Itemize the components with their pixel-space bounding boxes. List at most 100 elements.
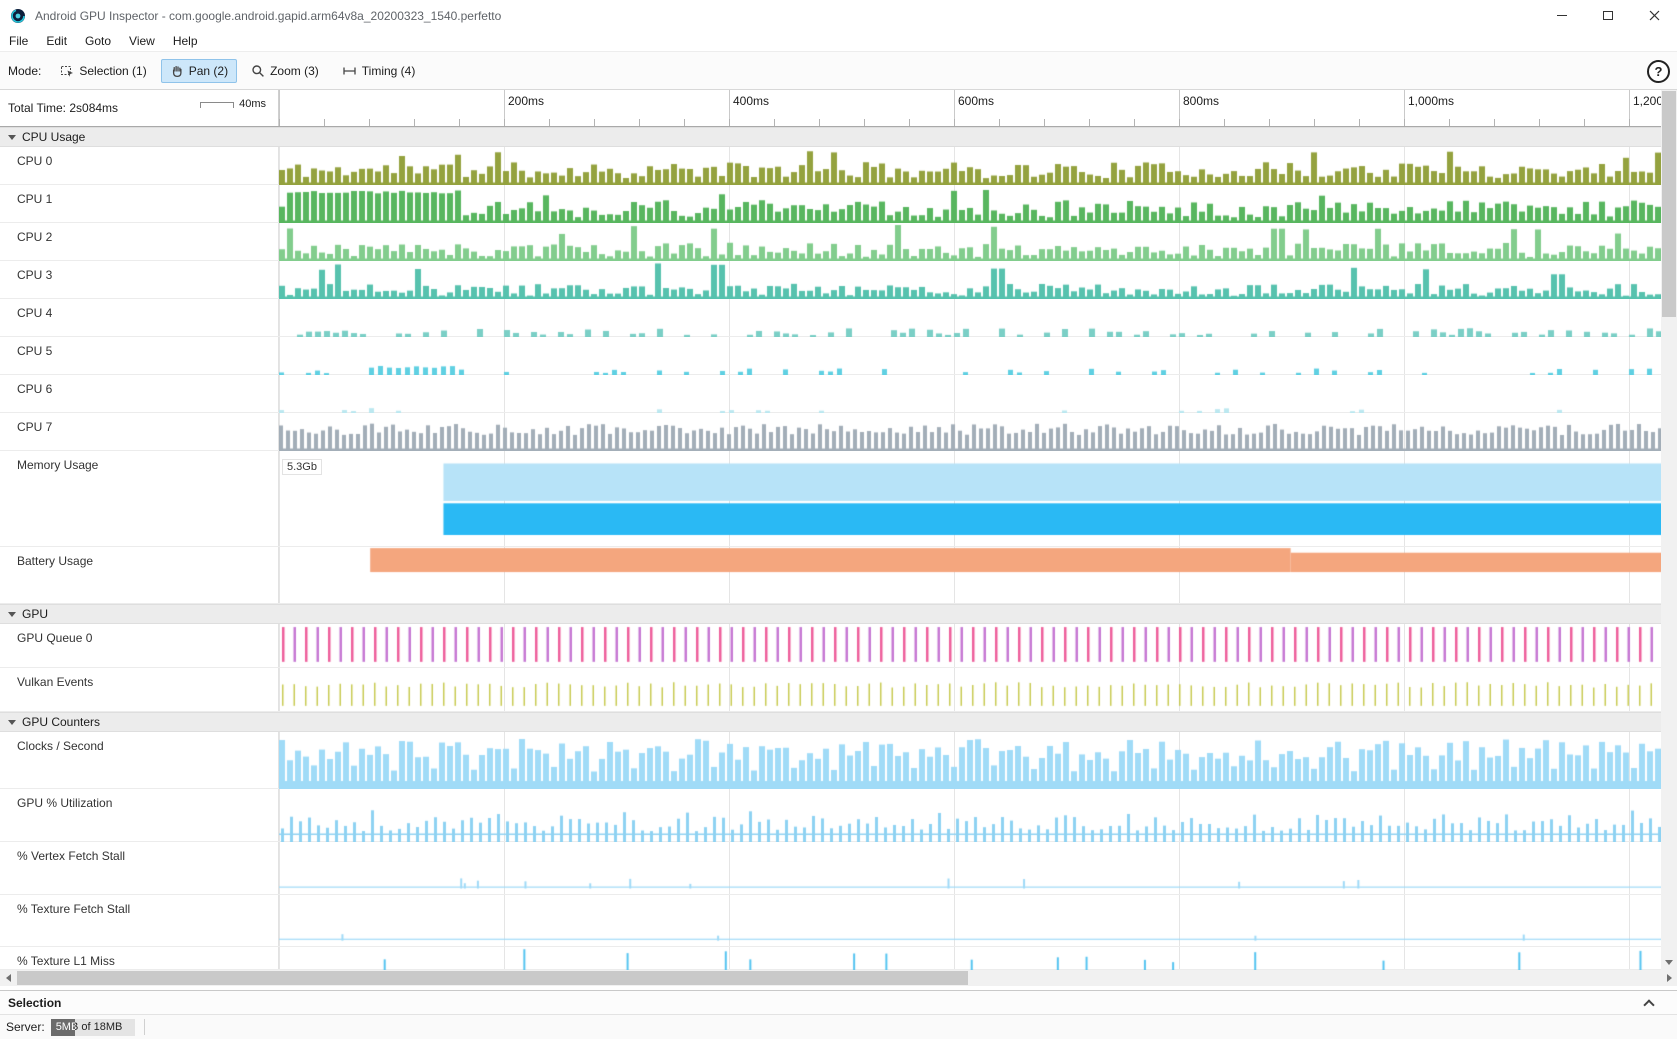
menu-help[interactable]: Help: [164, 31, 207, 51]
track-row-clocks-second: Clocks / Second: [0, 732, 1661, 789]
scale-label: 40ms: [239, 98, 266, 110]
track-row-cpu-0: CPU 0: [0, 147, 1661, 185]
ruler-tick-label: 1,000ms: [1408, 94, 1454, 108]
track-chart-area[interactable]: [279, 147, 1661, 184]
mode-zoom-button[interactable]: Zoom (3): [242, 59, 328, 83]
track-chart-memory-usage[interactable]: [279, 451, 1661, 547]
track-row-gpu-utilization: GPU % Utilization: [0, 789, 1661, 842]
track-label: GPU % Utilization: [0, 789, 279, 841]
arrow-down-icon: [1665, 960, 1673, 965]
track-chart-area[interactable]: [279, 842, 1661, 894]
ruler-left-cell: Total Time: 2s084ms 40ms: [0, 90, 279, 126]
track-chart-gpu-utilization[interactable]: [279, 789, 1661, 842]
track-chart-cpu-7[interactable]: [279, 413, 1661, 451]
server-memory-gauge-fill: 5MB of 18MB: [51, 1019, 75, 1036]
track-label: CPU 2: [0, 223, 279, 260]
track-chart-texture-l1-miss[interactable]: [279, 947, 1661, 970]
menu-edit[interactable]: Edit: [37, 31, 76, 51]
track-chart-area[interactable]: [279, 185, 1661, 222]
track-chart-cpu-5[interactable]: [279, 337, 1661, 375]
track-chart-vertex-fetch-stall[interactable]: [279, 842, 1661, 895]
track-label: Vulkan Events: [0, 668, 279, 711]
menu-goto[interactable]: Goto: [76, 31, 120, 51]
track-chart-area[interactable]: [279, 337, 1661, 374]
track-row-memory-usage: Memory Usage5.3Gb: [0, 451, 1661, 547]
track-chart-clocks-second[interactable]: [279, 732, 1661, 789]
track-chart-cpu-1[interactable]: [279, 185, 1661, 223]
track-chart-area[interactable]: [279, 547, 1661, 603]
section-header-cpu-usage[interactable]: CPU Usage: [0, 127, 1661, 147]
track-chart-gpu-queue-0[interactable]: [279, 624, 1661, 668]
track-chart-area[interactable]: 5.3Gb: [279, 451, 1661, 546]
track-label: CPU 3: [0, 261, 279, 298]
track-label: CPU 7: [0, 413, 279, 450]
menu-file[interactable]: File: [0, 31, 37, 51]
track-chart-area[interactable]: [279, 732, 1661, 788]
track-chart-cpu-2[interactable]: [279, 223, 1661, 261]
track-chart-area[interactable]: [279, 261, 1661, 298]
track-label: % Vertex Fetch Stall: [0, 842, 279, 894]
mode-button-label: Zoom (3): [270, 64, 319, 78]
track-chart-cpu-6[interactable]: [279, 375, 1661, 413]
track-chart-area[interactable]: [279, 375, 1661, 412]
track-row-cpu-7: CPU 7: [0, 413, 1661, 451]
track-row-cpu-6: CPU 6: [0, 375, 1661, 413]
section-label: GPU: [22, 607, 48, 621]
track-chart-area[interactable]: [279, 895, 1661, 946]
track-chart-area[interactable]: [279, 223, 1661, 260]
track-row-gpu-queue-0: GPU Queue 0: [0, 624, 1661, 668]
h-scrollbar-thumb[interactable]: [17, 971, 968, 985]
track-chart-cpu-0[interactable]: [279, 147, 1661, 185]
selection-panel-header[interactable]: Selection: [0, 990, 1677, 1014]
zoom-icon: [251, 64, 265, 78]
track-chart-cpu-3[interactable]: [279, 261, 1661, 299]
titlebar: Android GPU Inspector - com.google.andro…: [0, 0, 1677, 31]
track-chart-area[interactable]: [279, 947, 1661, 969]
ruler-tick-label: 800ms: [1183, 94, 1219, 108]
chevron-up-icon[interactable]: [1643, 999, 1654, 1010]
collapse-triangle-icon: [8, 135, 16, 140]
section-header-gpu[interactable]: GPU: [0, 604, 1661, 624]
mode-pan-button[interactable]: Pan (2): [161, 59, 237, 83]
track-chart-texture-fetch-stall[interactable]: [279, 895, 1661, 947]
v-scroll-down-button[interactable]: [1661, 954, 1677, 970]
track-chart-area[interactable]: [279, 624, 1661, 667]
close-button[interactable]: [1631, 0, 1677, 31]
selection-icon: [60, 64, 74, 78]
track-row-vulkan-events: Vulkan Events: [0, 668, 1661, 712]
arrow-right-icon: [1667, 974, 1672, 982]
track-chart-vulkan-events[interactable]: [279, 668, 1661, 712]
track-chart-area[interactable]: [279, 299, 1661, 336]
help-button[interactable]: ?: [1647, 60, 1670, 83]
h-scroll-left-button[interactable]: [0, 970, 16, 986]
h-scrollbar[interactable]: [0, 970, 1677, 986]
minimize-button[interactable]: [1539, 0, 1585, 31]
track-row-cpu-5: CPU 5: [0, 337, 1661, 375]
track-chart-area[interactable]: [279, 789, 1661, 841]
v-scrollbar-thumb[interactable]: [1662, 91, 1676, 317]
memory-value-label: 5.3Gb: [282, 459, 322, 475]
mode-timing-button[interactable]: Timing (4): [333, 59, 425, 83]
track-label: Memory Usage: [0, 451, 279, 546]
track-chart-cpu-4[interactable]: [279, 299, 1661, 337]
mode-selection-button[interactable]: Selection (1): [51, 59, 155, 83]
mode-button-label: Timing (4): [362, 64, 416, 78]
track-chart-area[interactable]: [279, 668, 1661, 711]
help-icon: ?: [1655, 64, 1663, 79]
total-time-label: Total Time: 2s084ms: [8, 101, 118, 115]
h-scroll-right-button[interactable]: [1661, 970, 1677, 986]
track-row-cpu-3: CPU 3: [0, 261, 1661, 299]
v-scrollbar[interactable]: [1661, 90, 1677, 970]
section-header-gpu-counters[interactable]: GPU Counters: [0, 712, 1661, 732]
scale-widget: 40ms: [200, 98, 266, 110]
track-row-battery-usage: Battery Usage: [0, 547, 1661, 604]
menu-view[interactable]: View: [120, 31, 164, 51]
track-label: Clocks / Second: [0, 732, 279, 788]
mode-label: Mode:: [8, 64, 41, 78]
track-label: CPU 1: [0, 185, 279, 222]
maximize-button[interactable]: [1585, 0, 1631, 31]
track-chart-battery-usage[interactable]: [279, 547, 1661, 604]
app-logo-icon: [10, 8, 26, 24]
ruler-timeline[interactable]: 200ms400ms600ms800ms1,000ms1,200ms: [279, 90, 1677, 126]
track-chart-area[interactable]: [279, 413, 1661, 450]
